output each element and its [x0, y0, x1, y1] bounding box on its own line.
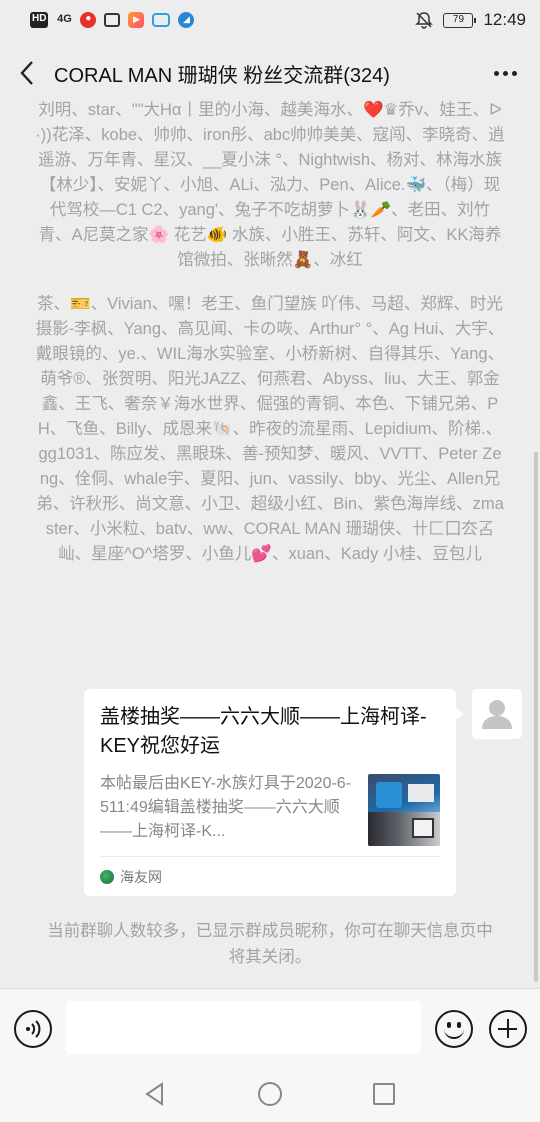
app-blue-icon: ◢	[178, 12, 195, 28]
app-red-icon: ●	[80, 12, 97, 28]
status-bar: HD 4G ● ▶ ◢ 79 12:49	[0, 0, 540, 40]
more-functions-button[interactable]	[489, 1010, 527, 1048]
more-dots-icon	[493, 70, 499, 76]
avatar[interactable]	[472, 689, 522, 739]
nav-home-icon[interactable]	[258, 1082, 282, 1106]
signal-4g-icon: 4G	[57, 13, 72, 25]
group-notice: 当前群聊人数较多，已显示群成员昵称，你可在聊天信息页中将其关闭。	[47, 922, 493, 966]
default-avatar-icon	[472, 689, 522, 739]
input-bar	[0, 988, 540, 1070]
app-play-icon: ▶	[128, 12, 145, 28]
voice-input-button[interactable]	[14, 1010, 52, 1048]
app-square-icon	[104, 13, 121, 27]
site-logo-icon	[100, 869, 114, 884]
bell-muted-icon	[415, 11, 434, 29]
chat-title: CORAL MAN 珊瑚侠 粉丝交流群(324)	[54, 64, 390, 87]
smile-icon	[444, 1028, 464, 1039]
voice-icon	[26, 1020, 41, 1038]
link-card[interactable]: 盖楼抽奖——六六大顺——上海柯译-KEY祝您好运 本帖最后由KEY-水族灯具于2…	[84, 689, 464, 896]
system-message-members-1: 刘明、star、""大Hα丨里的小海、越美海水、❤️♛乔v、娃王、ᐅ·))花泽、…	[35, 101, 505, 269]
system-navigation-bar	[0, 1070, 540, 1122]
system-message-members-2: 茶、🎫、Vivian、嘿！老王、鱼门望族 吖伟、马超、郑辉、时光摄影-李枫、Ya…	[35, 295, 505, 563]
message-input[interactable]	[66, 1001, 421, 1054]
emoji-button[interactable]	[435, 1010, 473, 1048]
chevron-left-icon	[20, 61, 33, 85]
app-tv-icon	[152, 13, 171, 27]
more-options-button[interactable]	[488, 60, 522, 86]
nav-recent-apps-icon[interactable]	[373, 1083, 395, 1105]
link-card-source: 海友网	[100, 856, 440, 896]
link-card-title: 盖楼抽奖——六六大顺——上海柯译-KEY祝您好运	[100, 706, 427, 757]
link-card-description: 本帖最后由KEY-水族灯具于2020-6-511:49编辑盖楼抽奖——六六大顺—…	[100, 775, 352, 840]
nav-back-icon[interactable]	[142, 1081, 168, 1107]
link-card-source-label: 海友网	[120, 868, 162, 885]
status-time: 12:49	[483, 10, 526, 29]
scrollbar[interactable]	[534, 452, 538, 982]
message-list[interactable]: 刘明、star、""大Hα丨里的小海、越美海水、❤️♛乔v、娃王、ᐅ·))花泽、…	[0, 96, 540, 988]
link-card-thumbnail	[368, 774, 440, 846]
hd-icon: HD	[30, 12, 49, 28]
battery-icon: 79	[443, 12, 477, 28]
